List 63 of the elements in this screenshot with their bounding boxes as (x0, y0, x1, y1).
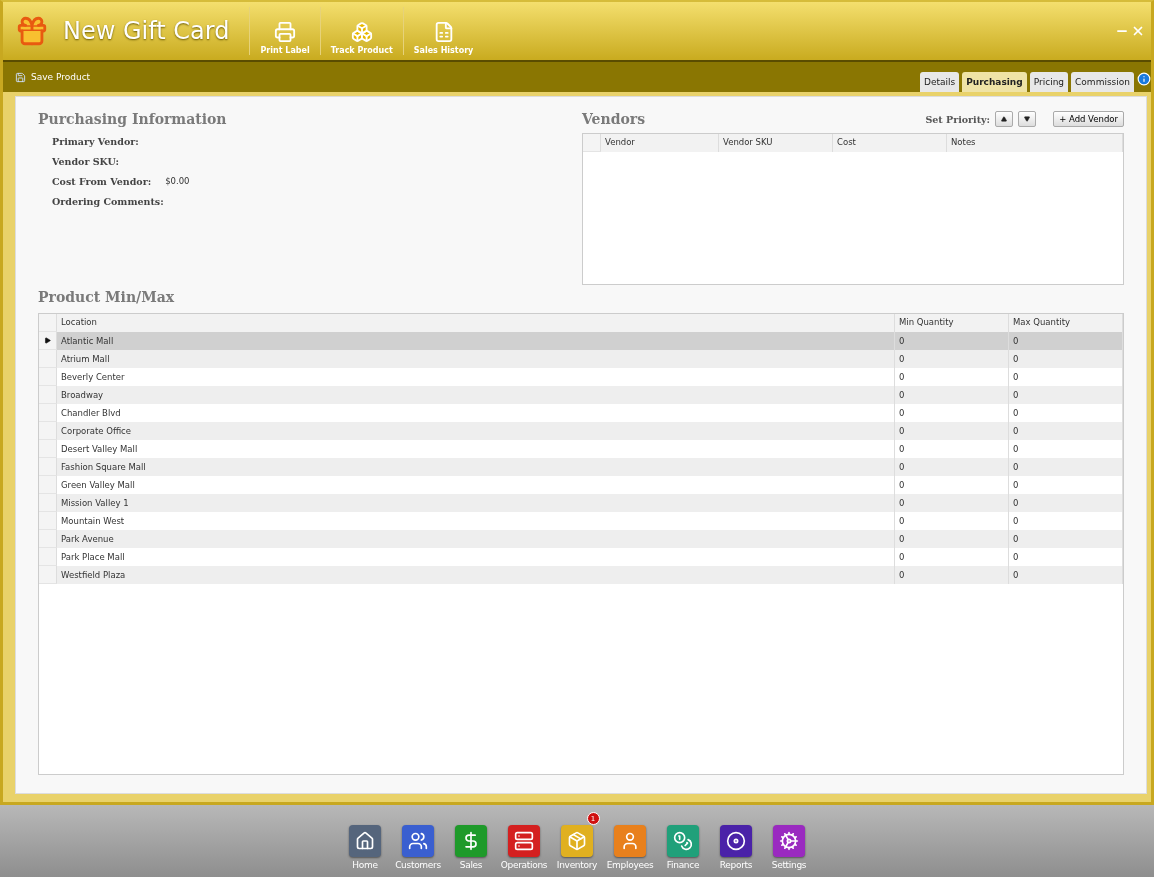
disc-icon (726, 831, 746, 851)
coins-icon (673, 831, 693, 851)
tab[interactable]: Purchasing (962, 72, 1027, 92)
add-vendor-button[interactable]: + Add Vendor (1053, 111, 1124, 127)
table-cell[interactable]: Broadway (57, 386, 895, 404)
table-cell: 0 (1009, 530, 1123, 548)
person-icon (620, 831, 640, 851)
table-cell: 0 (1009, 566, 1123, 584)
table-cell[interactable]: Corporate Office (57, 422, 895, 440)
table-cell[interactable]: Atrium Mall (57, 350, 895, 368)
section-title: Purchasing Information (38, 111, 228, 127)
info-icon[interactable] (1137, 72, 1151, 86)
column-header: Cost (833, 134, 947, 152)
column-header: Notes (947, 134, 1123, 152)
priority-label: Set Priority: (925, 113, 991, 125)
save-icon (15, 71, 26, 83)
boxes-icon (350, 21, 373, 43)
up-triangle-icon (1001, 116, 1008, 122)
column-header: Min Quantity (895, 314, 1009, 332)
table-cell: 0 (895, 494, 1009, 512)
table-cell[interactable]: Park Avenue (57, 530, 895, 548)
field-label: Cost From Vendor: (52, 176, 152, 187)
table-cell[interactable]: Fashion Square Mall (57, 458, 895, 476)
table-cell: 0 (1009, 386, 1123, 404)
table-cell: 0 (1009, 350, 1123, 368)
server-icon (514, 831, 534, 851)
field-label: Vendor SKU: (52, 156, 119, 167)
table-cell: 0 (895, 530, 1009, 548)
table-cell: 0 (895, 332, 1009, 350)
table-cell[interactable]: Mission Valley 1 (57, 494, 895, 512)
section-title: Vendors (582, 111, 646, 127)
table-cell[interactable]: Westfield Plaza (57, 566, 895, 584)
tab[interactable]: Pricing (1029, 72, 1069, 92)
table-cell: 0 (1009, 458, 1123, 476)
column-header: Vendor (601, 134, 719, 152)
move-up-button[interactable] (995, 111, 1014, 127)
package-icon (567, 831, 587, 851)
down-triangle-icon (1024, 116, 1031, 122)
save-button[interactable]: Save Product (15, 71, 91, 83)
table-cell: 0 (1009, 332, 1123, 350)
table-cell: 0 (895, 422, 1009, 440)
table-cell: 0 (1009, 422, 1123, 440)
field-label: Ordering Comments: (52, 196, 164, 207)
move-down-button[interactable] (1018, 111, 1037, 127)
column-header: Max Quantity (1009, 314, 1123, 332)
field-value: $0.00 (165, 176, 190, 187)
column-header: Location (57, 314, 895, 332)
printer-icon (274, 21, 297, 43)
table-cell: 0 (1009, 494, 1123, 512)
house-icon (355, 831, 375, 851)
table-cell: 0 (895, 566, 1009, 584)
table-cell: 0 (895, 458, 1009, 476)
column-header: Vendor SKU (719, 134, 833, 152)
window-title: New Gift Card (63, 17, 230, 45)
tab[interactable]: Details (919, 72, 960, 92)
table-cell: 0 (895, 386, 1009, 404)
section-title: Product Min/Max (38, 289, 176, 305)
table-cell[interactable]: Atlantic Mall (57, 332, 895, 350)
tab[interactable]: Commission (1071, 72, 1134, 92)
people-icon (408, 831, 428, 851)
field-label: Primary Vendor: (52, 136, 139, 147)
table-cell: 0 (895, 350, 1009, 368)
gift-icon (15, 14, 49, 48)
